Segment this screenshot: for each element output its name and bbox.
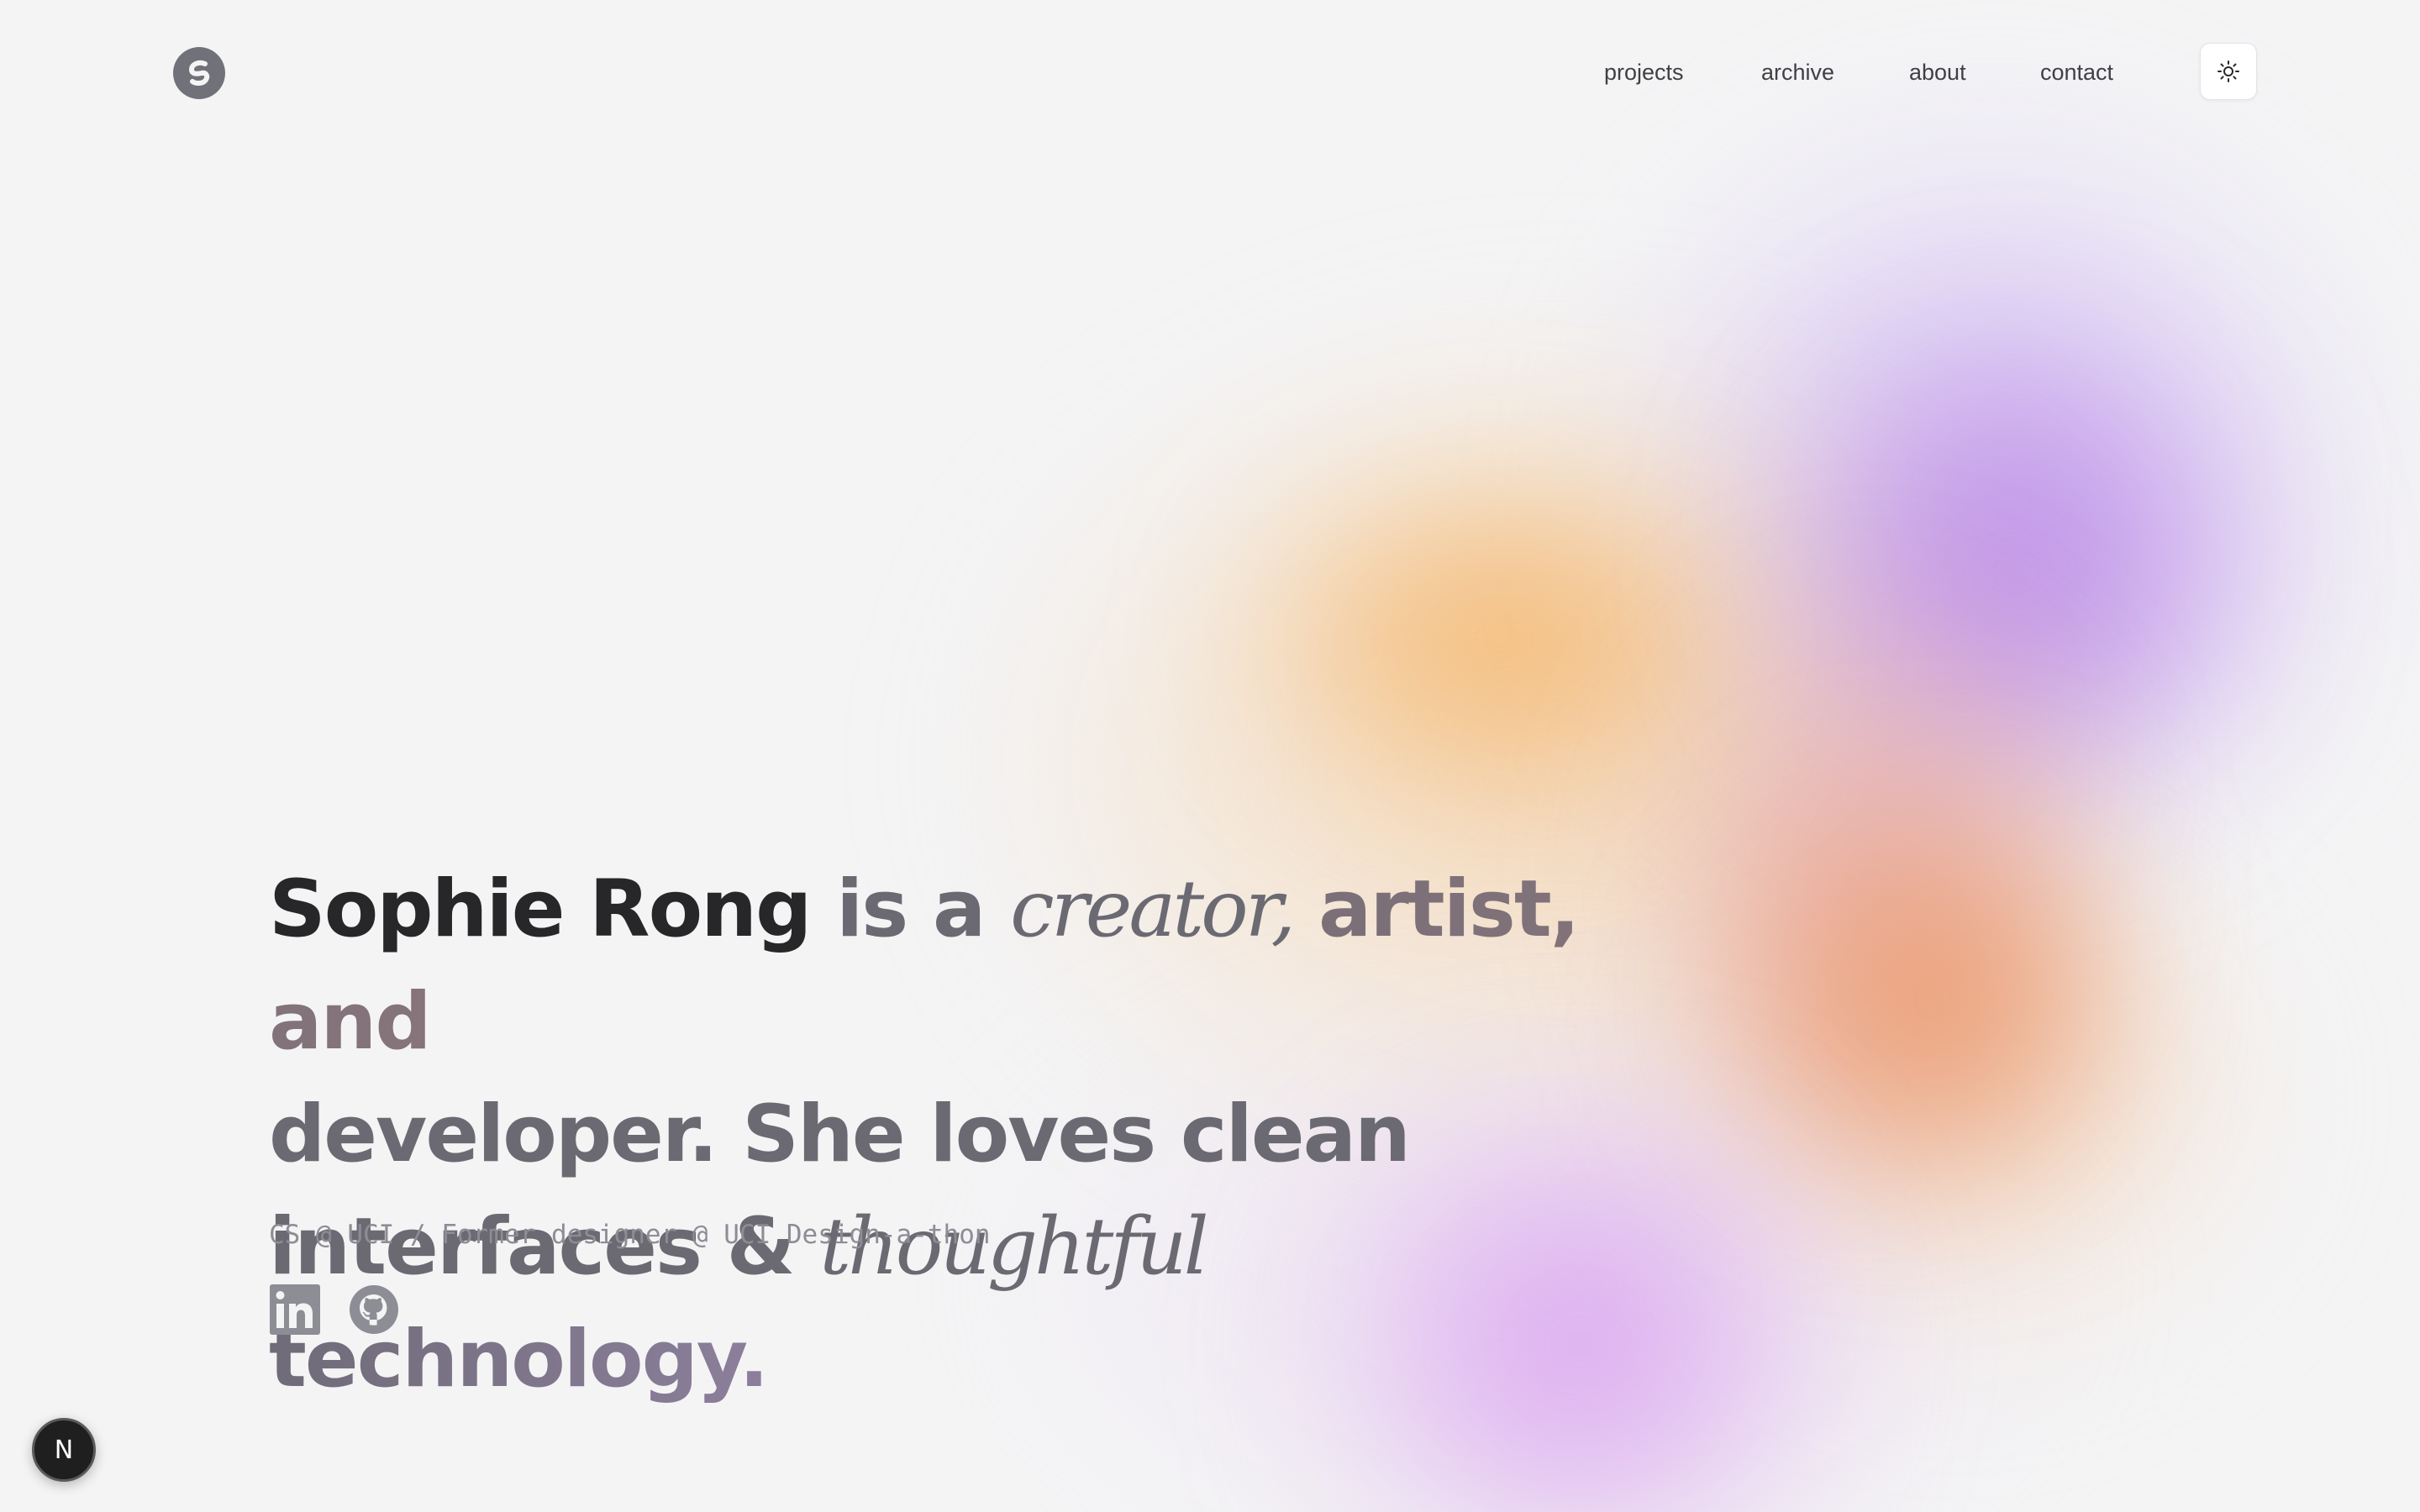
linkedin-icon bbox=[270, 1284, 320, 1335]
main-nav: projects archive about contact bbox=[0, 54, 2420, 91]
purple-gradient-blob bbox=[1748, 336, 2286, 806]
pink-gradient-blob bbox=[1647, 605, 2101, 1176]
hero-name: Sophie Rong bbox=[269, 864, 812, 955]
hero-heading: Sophie Rong is a creator, artist, and de… bbox=[269, 853, 1697, 1416]
hero-text-is-a: is a bbox=[810, 864, 1011, 955]
hero-word-creator: creator, bbox=[1010, 864, 1296, 955]
theme-toggle-button[interactable] bbox=[2200, 43, 2257, 100]
github-icon bbox=[350, 1285, 398, 1334]
lavender-gradient-blob bbox=[1580, 118, 2403, 874]
nextjs-icon: N bbox=[54, 1435, 74, 1465]
hero-line-developer: developer. She loves clean bbox=[269, 1089, 1411, 1180]
coral-gradient-blob bbox=[1697, 806, 2168, 1193]
social-links bbox=[269, 1284, 400, 1336]
nav-link-archive[interactable]: archive bbox=[1761, 54, 1834, 91]
nav-link-about[interactable]: about bbox=[1909, 54, 1966, 91]
orange-gradient-blob bbox=[1244, 470, 1765, 806]
sun-icon bbox=[2217, 60, 2239, 82]
github-link[interactable] bbox=[348, 1284, 400, 1336]
linkedin-link[interactable] bbox=[269, 1284, 321, 1336]
hero-subtitle: CS @ UCI / Former designer @ UCI Design-… bbox=[269, 1220, 991, 1250]
nav-link-projects[interactable]: projects bbox=[1604, 54, 1684, 91]
peach-gradient-blob bbox=[1647, 840, 2286, 1361]
nextjs-dev-badge[interactable]: N bbox=[32, 1418, 96, 1482]
nav-link-contact[interactable]: contact bbox=[2040, 54, 2113, 91]
